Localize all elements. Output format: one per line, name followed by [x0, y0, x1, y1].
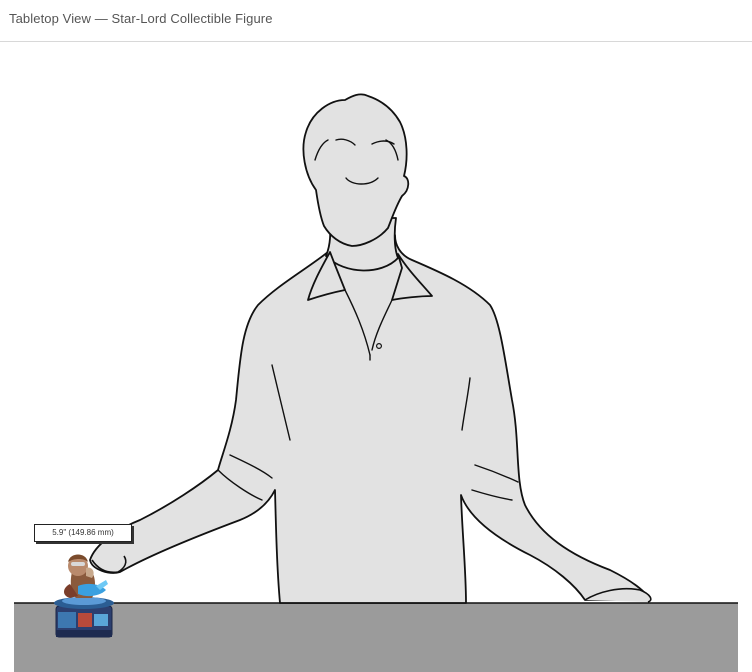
person-silhouette-icon — [89, 93, 651, 604]
tabletop-surface — [14, 603, 738, 672]
tabletop-scene — [14, 93, 738, 672]
measurement-label: 5.9" (149.86 mm) — [34, 524, 132, 542]
tabletop-view-page: Tabletop View — Star-Lord Collectible Fi… — [0, 0, 752, 672]
